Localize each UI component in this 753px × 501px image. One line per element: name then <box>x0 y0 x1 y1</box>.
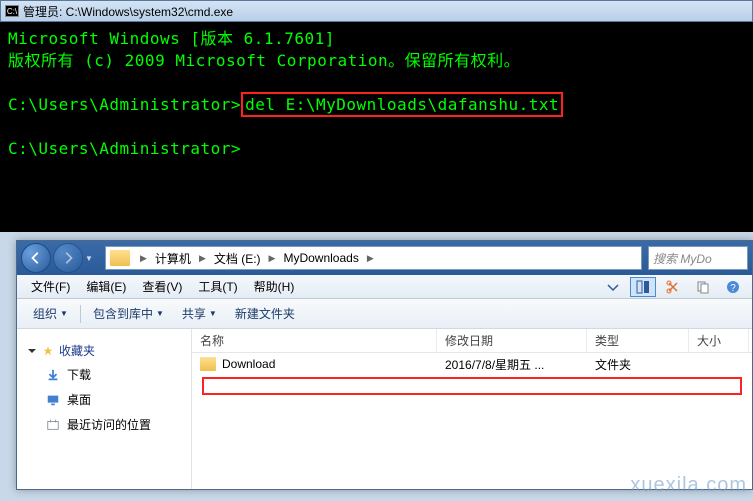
cmd-copyright-line: 版权所有 (c) 2009 Microsoft Corporation。保留所有… <box>8 50 745 72</box>
explorer-menubar: 文件(F) 编辑(E) 查看(V) 工具(T) 帮助(H) ? <box>17 275 752 299</box>
explorer-sidebar: 收藏夹 下载 桌面 最近访问的位置 <box>17 329 192 489</box>
pane-icon <box>635 279 651 295</box>
cmd-titlebar[interactable]: C:\ 管理员: C:\Windows\system32\cmd.exe <box>0 0 753 22</box>
search-placeholder: 搜索 MyDo <box>653 250 712 267</box>
help-icon: ? <box>725 279 741 295</box>
scissors-icon <box>665 279 681 295</box>
arrow-right-icon <box>61 251 75 265</box>
download-icon <box>45 368 61 382</box>
cmd-icon: C:\ <box>5 5 19 17</box>
chevron-down-icon: ▼ <box>156 309 164 318</box>
back-button[interactable] <box>21 243 51 273</box>
cut-button[interactable] <box>660 277 686 297</box>
cmd-command-highlight: del E:\MyDownloads\dafanshu.txt <box>241 92 563 117</box>
copy-icon <box>695 279 711 295</box>
menu-edit[interactable]: 编辑(E) <box>78 278 134 295</box>
explorer-main: 收藏夹 下载 桌面 最近访问的位置 名称 修改日期 <box>17 329 752 489</box>
sidebar-item-downloads[interactable]: 下载 <box>27 362 181 387</box>
toolbar-share[interactable]: 共享▼ <box>176 305 223 322</box>
cmd-version-line: Microsoft Windows [版本 6.1.7601] <box>8 28 745 50</box>
deleted-file-highlight <box>202 377 742 395</box>
menu-view[interactable]: 查看(V) <box>134 278 190 295</box>
row-type: 文件夹 <box>587 356 689 373</box>
view-dropdown-button[interactable] <box>600 277 626 297</box>
chevron-down-icon <box>605 279 621 295</box>
table-row[interactable]: Download 2016/7/8/星期五 ... 文件夹 <box>192 353 752 375</box>
copy-button[interactable] <box>690 277 716 297</box>
column-size[interactable]: 大小 <box>689 329 749 352</box>
breadcrumb-item[interactable]: 文档 (E:) <box>212 250 263 267</box>
folder-icon <box>110 250 130 266</box>
chevron-down-icon: ▼ <box>209 309 217 318</box>
cmd-title: 管理员: C:\Windows\system32\cmd.exe <box>23 3 233 20</box>
explorer-navbar: ▼ ▶ 计算机 ▶ 文档 (E:) ▶ MyDownloads ▶ 搜索 MyD… <box>17 241 752 275</box>
chevron-right-icon: ▶ <box>263 253 282 264</box>
breadcrumb[interactable]: ▶ 计算机 ▶ 文档 (E:) ▶ MyDownloads ▶ <box>105 246 642 270</box>
separator <box>80 305 81 323</box>
sidebar-label: 桌面 <box>67 391 91 408</box>
sidebar-item-desktop[interactable]: 桌面 <box>27 387 181 412</box>
list-rows: Download 2016/7/8/星期五 ... 文件夹 <box>192 353 752 395</box>
search-input[interactable]: 搜索 MyDo <box>648 246 748 270</box>
svg-text:?: ? <box>730 283 736 294</box>
chevron-right-icon: ▶ <box>361 253 380 264</box>
menu-tools[interactable]: 工具(T) <box>190 278 245 295</box>
nav-history-dropdown[interactable]: ▼ <box>85 254 99 263</box>
breadcrumb-item[interactable]: MyDownloads <box>281 251 360 265</box>
breadcrumb-item[interactable]: 计算机 <box>153 250 193 267</box>
preview-pane-button[interactable] <box>630 277 656 297</box>
star-icon <box>43 346 53 356</box>
explorer-window: ▼ ▶ 计算机 ▶ 文档 (E:) ▶ MyDownloads ▶ 搜索 MyD… <box>16 240 753 490</box>
cmd-blank <box>8 72 745 94</box>
desktop-icon <box>45 393 61 407</box>
cmd-prompt-1: C:\Users\Administrator>del E:\MyDownload… <box>8 94 745 116</box>
row-date: 2016/7/8/星期五 ... <box>437 356 587 373</box>
explorer-content: 名称 修改日期 类型 大小 Download 2016/7/8/星期五 ... … <box>192 329 752 489</box>
sidebar-favorites-header[interactable]: 收藏夹 <box>27 339 181 362</box>
sidebar-label: 下载 <box>67 366 91 383</box>
cmd-blank <box>8 116 745 138</box>
column-date[interactable]: 修改日期 <box>437 329 587 352</box>
toolbar-newfolder[interactable]: 新建文件夹 <box>229 305 301 322</box>
sidebar-item-recent[interactable]: 最近访问的位置 <box>27 412 181 437</box>
chevron-right-icon: ▶ <box>193 253 212 264</box>
cmd-prompt-prefix: C:\Users\Administrator> <box>8 95 241 114</box>
list-header: 名称 修改日期 类型 大小 <box>192 329 752 353</box>
chevron-down-icon <box>27 346 37 356</box>
help-button[interactable]: ? <box>720 277 746 297</box>
arrow-left-icon <box>29 251 43 265</box>
sidebar-label: 最近访问的位置 <box>67 416 151 433</box>
row-name: Download <box>222 357 275 371</box>
recent-icon <box>45 418 61 432</box>
cmd-body[interactable]: Microsoft Windows [版本 6.1.7601] 版权所有 (c)… <box>0 22 753 232</box>
toolbar-organize[interactable]: 组织▼ <box>27 305 74 322</box>
chevron-down-icon: ▼ <box>60 309 68 318</box>
cmd-window: C:\ 管理员: C:\Windows\system32\cmd.exe Mic… <box>0 0 753 232</box>
toolbar-include[interactable]: 包含到库中▼ <box>87 305 170 322</box>
explorer-toolbar: 组织▼ 包含到库中▼ 共享▼ 新建文件夹 <box>17 299 752 329</box>
cmd-prompt-2: C:\Users\Administrator> <box>8 138 745 160</box>
watermark: xuexila.com <box>630 474 747 497</box>
menu-file[interactable]: 文件(F) <box>23 278 78 295</box>
column-name[interactable]: 名称 <box>192 329 437 352</box>
chevron-right-icon: ▶ <box>134 253 153 264</box>
column-type[interactable]: 类型 <box>587 329 689 352</box>
forward-button[interactable] <box>53 243 83 273</box>
menu-help[interactable]: 帮助(H) <box>246 278 303 295</box>
folder-icon <box>200 357 216 371</box>
sidebar-label: 收藏夹 <box>59 342 95 359</box>
